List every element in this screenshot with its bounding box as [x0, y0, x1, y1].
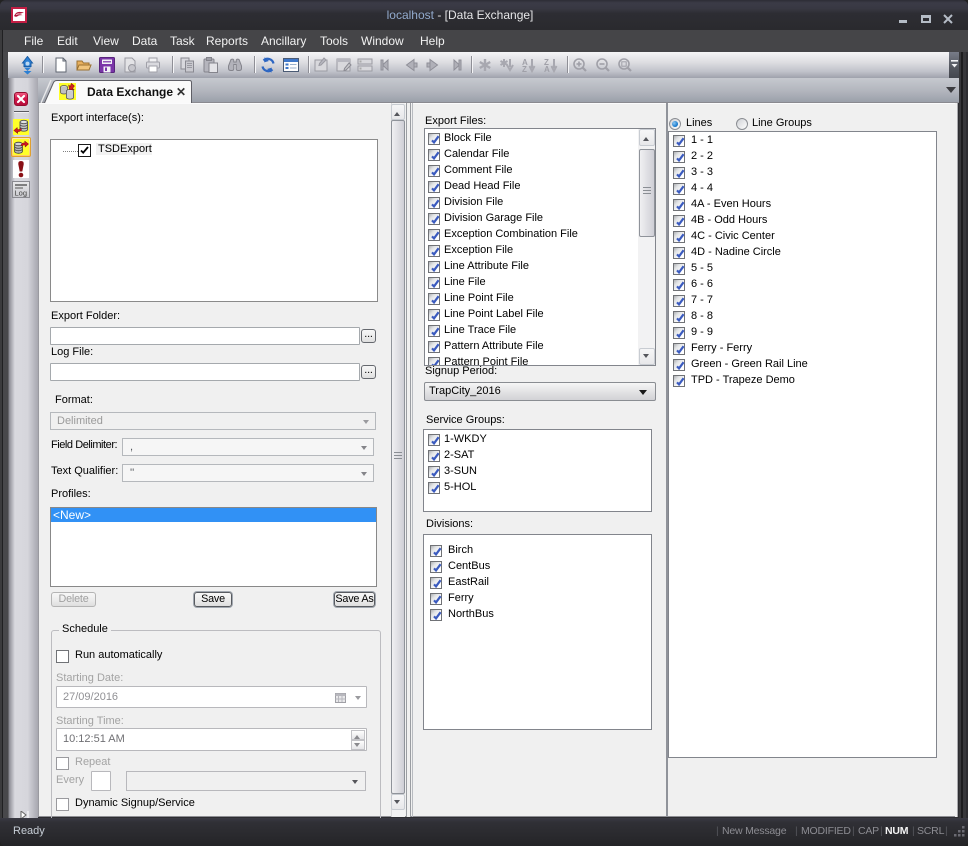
svg-text:Z: Z — [522, 65, 527, 73]
svg-text:A: A — [544, 65, 550, 73]
svg-text:Log: Log — [15, 189, 28, 198]
